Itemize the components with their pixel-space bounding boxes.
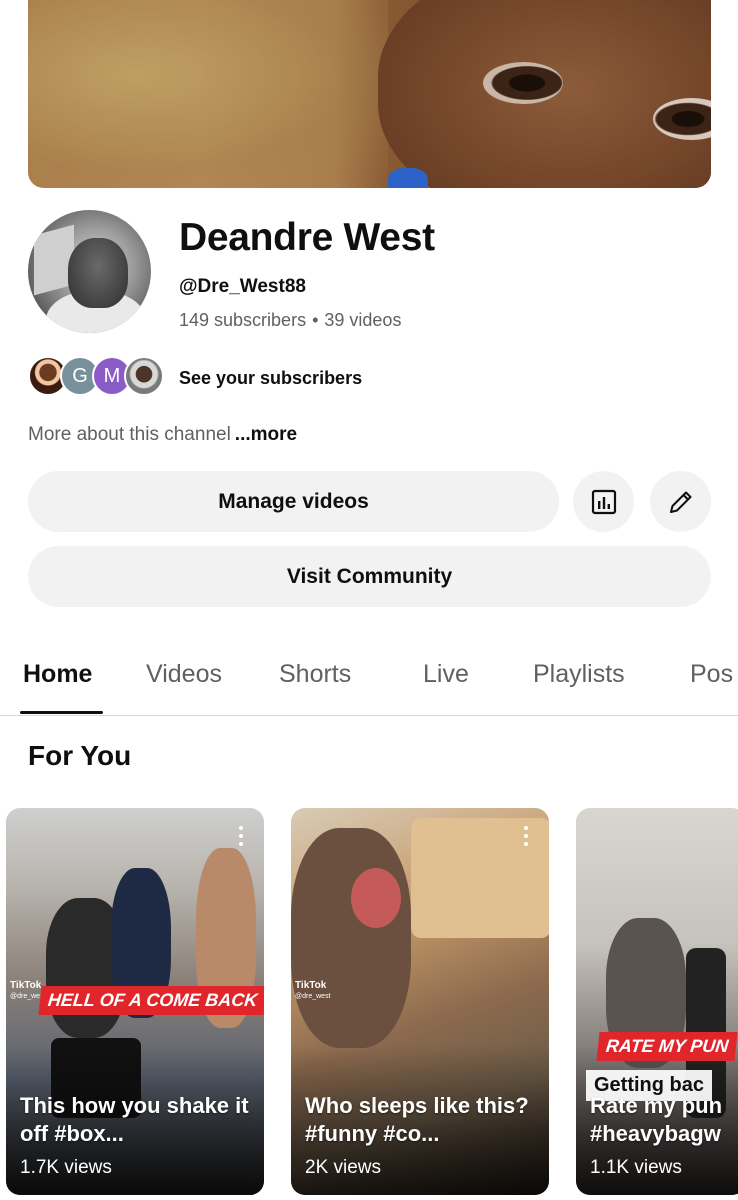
- more-link[interactable]: ...more: [235, 424, 297, 445]
- channel-description[interactable]: More about this channel ...more: [28, 424, 297, 446]
- tab-live[interactable]: Live: [423, 660, 469, 689]
- visit-community-button[interactable]: Visit Community: [28, 546, 711, 607]
- manage-videos-label: Manage videos: [218, 489, 369, 513]
- short-title: This how you shake it off #box...: [20, 1093, 249, 1146]
- channel-avatar[interactable]: [28, 210, 151, 333]
- channel-stats: 149 subscribers • 39 videos: [179, 310, 401, 331]
- visit-community-label: Visit Community: [286, 564, 453, 588]
- subscriber-avatar: [124, 356, 164, 396]
- channel-name: Deandre West: [179, 216, 435, 259]
- more-options-icon[interactable]: [523, 826, 529, 848]
- short-card[interactable]: TikTok @dre_west Who sleeps like this? #…: [291, 808, 549, 1195]
- tiktok-watermark: TikTok @dre_west: [295, 980, 331, 1002]
- tab-shorts[interactable]: Shorts: [279, 660, 351, 689]
- subscriber-avatars[interactable]: G M: [28, 356, 168, 398]
- pencil-icon: [669, 491, 691, 513]
- section-title: For You: [28, 740, 132, 771]
- analytics-icon: [591, 489, 616, 514]
- overlay-caption: HELL OF A COME BACK: [38, 986, 264, 1015]
- see-subscribers-link[interactable]: See your subscribers: [179, 368, 362, 389]
- short-card[interactable]: TikTok @dre_west HELL OF A COME BACK Thi…: [6, 808, 264, 1195]
- overlay-caption: RATE MY PUN: [596, 1032, 738, 1061]
- tab-posts[interactable]: Pos: [690, 660, 733, 689]
- manage-videos-button[interactable]: Manage videos: [28, 471, 559, 532]
- channel-banner: [28, 0, 711, 188]
- stats-separator: •: [312, 310, 319, 330]
- short-title: Who sleeps like this? #funny #co...: [305, 1093, 529, 1146]
- analytics-button[interactable]: [573, 471, 634, 532]
- subscriber-count: 149 subscribers: [179, 310, 307, 330]
- tab-home[interactable]: Home: [23, 660, 92, 689]
- short-title: Rate my pun #heavybagw: [590, 1093, 723, 1146]
- more-options-icon[interactable]: [238, 826, 244, 848]
- more-about-label: More about this channel: [28, 424, 231, 445]
- channel-page: Deandre West @Dre_West88 149 subscribers…: [0, 0, 738, 1200]
- tab-videos[interactable]: Videos: [146, 660, 222, 689]
- short-views: 1.1K views: [590, 1157, 682, 1178]
- edit-channel-button[interactable]: [650, 471, 711, 532]
- tiktok-label: TikTok: [10, 980, 42, 991]
- channel-tabs: Home Videos Shorts Live Playlists Pos: [0, 640, 738, 716]
- short-card[interactable]: RATE MY PUN Getting bac Rate my pun #hea…: [576, 808, 738, 1195]
- video-count: 39 videos: [324, 310, 402, 330]
- tiktok-label: TikTok: [295, 980, 327, 991]
- active-tab-indicator: [20, 711, 103, 714]
- tab-playlists[interactable]: Playlists: [533, 660, 625, 689]
- channel-handle: @Dre_West88: [179, 276, 306, 297]
- tiktok-user: @dre_west: [295, 993, 331, 1000]
- short-views: 1.7K views: [20, 1157, 112, 1178]
- short-views: 2K views: [305, 1157, 382, 1178]
